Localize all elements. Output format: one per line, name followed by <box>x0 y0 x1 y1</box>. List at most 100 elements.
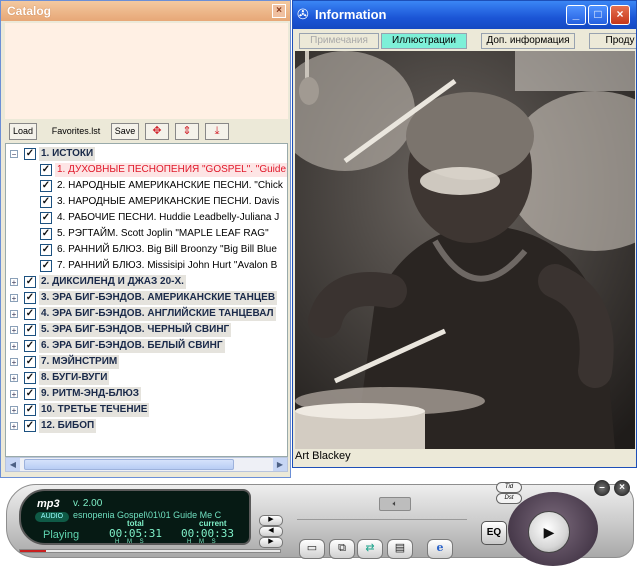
tree-category[interactable]: − ✓ 1. ИСТОКИ <box>6 146 287 162</box>
scroll-left-icon[interactable]: ◀ <box>6 458 20 471</box>
maximize-button[interactable]: □ <box>588 5 608 25</box>
checkbox-checked-icon[interactable]: ✓ <box>24 404 36 416</box>
playlist-button[interactable]: ▤ <box>387 539 413 559</box>
tree-category[interactable]: + ✓ 6. ЭРА БИГ-БЭНДОВ. БЕЛЫЙ СВИНГ <box>6 338 287 354</box>
next-small-button[interactable]: ▶ <box>259 515 283 526</box>
tree-item[interactable]: ✓ 2. НАРОДНЫЕ АМЕРИКАНСКИЕ ПЕСНИ. "Chick <box>6 178 287 194</box>
checkbox-checked-icon[interactable]: ✓ <box>40 244 52 256</box>
expand-icon[interactable]: + <box>10 390 18 399</box>
equalizer-button[interactable]: EQ <box>481 521 507 545</box>
tab-notes[interactable]: Примечания <box>299 33 379 49</box>
expand-icon[interactable]: + <box>10 326 18 335</box>
checkbox-checked-icon[interactable]: ✓ <box>40 164 52 176</box>
tree-category[interactable]: + ✓ 5. ЭРА БИГ-БЭНДОВ. ЧЕРНЫЙ СВИНГ <box>6 322 287 338</box>
checkbox-checked-icon[interactable]: ✓ <box>24 420 36 432</box>
catalog-close-button[interactable]: × <box>272 4 286 18</box>
player-minimize-button[interactable]: – <box>594 480 610 496</box>
checkbox-checked-icon[interactable]: ✓ <box>24 388 36 400</box>
checkbox-checked-icon[interactable]: ✓ <box>24 148 36 160</box>
expand-icon[interactable]: + <box>10 310 18 319</box>
volume-button[interactable]: 🔈︎ <box>379 497 411 511</box>
open-button[interactable]: ▭ <box>299 539 325 559</box>
forward-small-button[interactable]: ▶ <box>259 537 283 548</box>
internet-explorer-icon: e <box>436 541 444 554</box>
repeat-button[interactable]: ⇄ <box>357 539 383 559</box>
expand-icon[interactable]: + <box>10 358 18 367</box>
tree-category[interactable]: + ✓ 12. БИБОП <box>6 418 287 434</box>
expand-icon[interactable]: + <box>10 374 18 383</box>
tree-category[interactable]: + ✓ 4. ЭРА БИГ-БЭНДОВ. АНГЛИЙСКИЕ ТАНЦЕВАЛ <box>6 306 287 322</box>
scroll-thumb[interactable] <box>24 459 234 470</box>
expand-icon[interactable]: + <box>10 294 18 303</box>
drummer-photo-illustration <box>295 51 635 449</box>
collapse-icon[interactable]: − <box>10 150 18 159</box>
app-icon: ✇ <box>297 6 309 22</box>
tree-item-label: 1. ДУХОВНЫЕ ПЕСНОПЕНИЯ "GOSPEL". "Guide <box>55 163 287 177</box>
tree-item-label: 4. РАБОЧИЕ ПЕСНИ. Huddie Leadbelly-Julia… <box>57 212 280 223</box>
move-all-button[interactable]: ✥ <box>145 123 169 140</box>
seek-bar[interactable] <box>19 549 281 553</box>
checkbox-checked-icon[interactable]: ✓ <box>24 308 36 320</box>
move-all-icon: ✥ <box>152 125 162 137</box>
tree-item[interactable]: ✓ 5. РЭГТАЙМ. Scott Joplin "MAPLE LEAF RA… <box>6 226 287 242</box>
player-close-button[interactable]: × <box>614 480 630 496</box>
checkbox-checked-icon[interactable]: ✓ <box>40 228 52 240</box>
tree-category[interactable]: + ✓ 9. РИТМ-ЭНД-БЛЮЗ <box>6 386 287 402</box>
tab-illustrations[interactable]: Иллюстрации <box>381 33 467 49</box>
expand-icon[interactable]: + <box>10 406 18 415</box>
checkbox-checked-icon[interactable]: ✓ <box>40 196 52 208</box>
checkbox-checked-icon[interactable]: ✓ <box>40 260 52 272</box>
catalog-tree[interactable]: − ✓ 1. ИСТОКИ ✓ 1. ДУХОВНЫЕ ПЕСНОПЕНИЯ "GOSP… <box>5 143 288 457</box>
checkbox-checked-icon[interactable]: ✓ <box>24 340 36 352</box>
information-title-bar[interactable]: ✇ Information _ □ × <box>293 1 636 29</box>
tree-item[interactable]: ✓ 7. РАННИЙ БЛЮЗ. Missisipi John Hurt "Av… <box>6 258 287 274</box>
tid-button[interactable]: Tid <box>496 482 522 493</box>
playback-state: Playing <box>43 529 80 541</box>
tree-item[interactable]: ✓ 1. ДУХОВНЫЕ ПЕСНОПЕНИЯ "GOSPEL". "Guide <box>6 162 287 178</box>
expand-icon[interactable]: + <box>10 342 18 351</box>
lcd-display: mp3 v. 2.00 AUDIO esnopenia Gospel\01\01… <box>19 489 251 545</box>
tree-category[interactable]: + ✓ 8. БУГИ-ВУГИ <box>6 370 287 386</box>
artist-photo <box>295 51 635 449</box>
rewind-small-button[interactable]: ◀ <box>259 526 283 537</box>
play-button[interactable]: ▶ <box>528 511 570 553</box>
expand-icon[interactable]: + <box>10 278 18 287</box>
volume-slider[interactable] <box>297 511 467 520</box>
checkbox-checked-icon[interactable]: ✓ <box>24 324 36 336</box>
checkbox-checked-icon[interactable]: ✓ <box>24 372 36 384</box>
checkbox-checked-icon[interactable]: ✓ <box>24 276 36 288</box>
tree-category[interactable]: + ✓ 7. МЭЙНСТРИМ <box>6 354 287 370</box>
tree-category[interactable]: + ✓ 3. ЭРА БИГ-БЭНДОВ. АМЕРИКАНСКИЕ ТАНЦЕВ <box>6 290 287 306</box>
stop-button[interactable]: ⧉ <box>329 539 355 559</box>
load-button[interactable]: Load <box>9 123 37 140</box>
photo-caption: Art Blackey <box>295 450 351 462</box>
seek-fill <box>20 550 46 552</box>
move-to-end-button[interactable]: ⤓ <box>205 123 229 140</box>
checkbox-checked-icon[interactable]: ✓ <box>40 180 52 192</box>
tree-category-label: 7. МЭЙНСТРИМ <box>39 355 120 369</box>
collapse-arrows-icon: ⤓ <box>214 125 220 137</box>
tab-products[interactable]: Проду <box>589 33 636 49</box>
tree-category[interactable]: + ✓ 2. ДИКСИЛЕНД И ДЖАЗ 20-Х. <box>6 274 287 290</box>
expand-icon[interactable]: + <box>10 422 18 431</box>
tab-additional-info[interactable]: Доп. информация <box>481 33 575 49</box>
tree-item[interactable]: ✓ 6. РАННИЙ БЛЮЗ. Big Bill Broonzy "Big B… <box>6 242 287 258</box>
total-hms-label: H M S <box>115 539 147 545</box>
tree-item-label: 5. РЭГТАЙМ. Scott Joplin "MAPLE LEAF RAG… <box>57 228 269 239</box>
scroll-right-icon[interactable]: ▶ <box>273 458 287 471</box>
tree-item[interactable]: ✓ 4. РАБОЧИЕ ПЕСНИ. Huddie Leadbelly-Juli… <box>6 210 287 226</box>
speaker-icon: 🔈︎ <box>392 499 398 508</box>
checkbox-checked-icon[interactable]: ✓ <box>24 356 36 368</box>
dst-button[interactable]: Dst <box>496 493 522 504</box>
move-up-down-button[interactable]: ⇕ <box>175 123 199 140</box>
save-button[interactable]: Save <box>111 123 139 140</box>
tree-category[interactable]: + ✓ 10. ТРЕТЬЕ ТЕЧЕНИЕ <box>6 402 287 418</box>
checkbox-checked-icon[interactable]: ✓ <box>40 212 52 224</box>
minimize-button[interactable]: _ <box>566 5 586 25</box>
checkbox-checked-icon[interactable]: ✓ <box>24 292 36 304</box>
catalog-title-bar[interactable]: Catalog × <box>1 1 290 21</box>
close-button[interactable]: × <box>610 5 630 25</box>
web-button[interactable]: e <box>427 539 453 559</box>
tree-item[interactable]: ✓ 3. НАРОДНЫЕ АМЕРИКАНСКИЕ ПЕСНИ. Davis <box>6 194 287 210</box>
horizontal-scrollbar[interactable]: ◀ ▶ <box>5 457 288 472</box>
